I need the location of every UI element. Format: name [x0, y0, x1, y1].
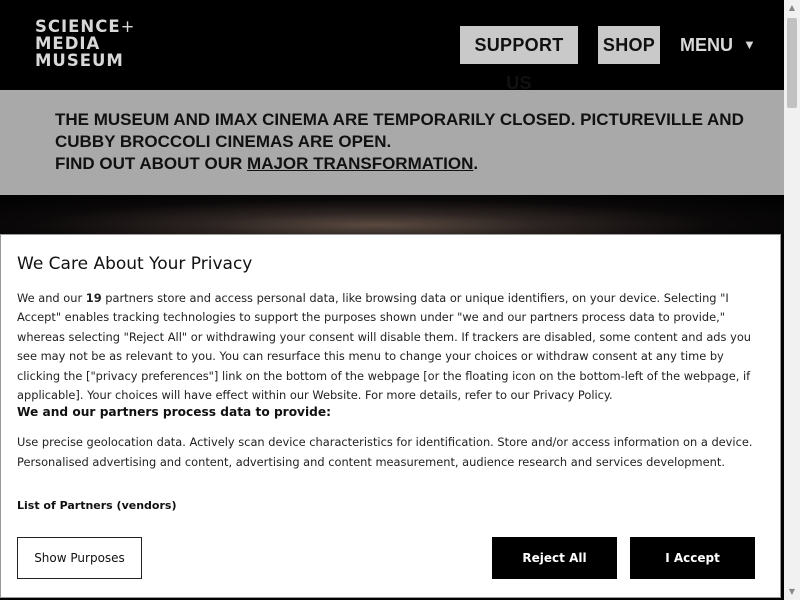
dialog-title: We Care About Your Privacy — [17, 254, 253, 274]
science-media-museum-logo[interactable]: SCIENCE+ MEDIA MUSEUM — [35, 18, 135, 69]
privacy-consent-dialog: We Care About Your Privacy We and our 19… — [0, 234, 781, 598]
notice-line-3-prefix: FIND OUT ABOUT OUR — [55, 154, 248, 173]
show-purposes-button[interactable]: Show Purposes — [17, 537, 142, 579]
partner-count: 19 — [85, 291, 102, 305]
scroll-down-arrow-icon[interactable]: ▼ — [784, 584, 800, 600]
menu-label: MENU — [680, 35, 733, 55]
purposes-text: Use precise geolocation data. Actively s… — [17, 435, 753, 469]
scroll-up-arrow-icon[interactable]: ▲ — [784, 0, 800, 16]
support-us-button[interactable]: SUPPORT US — [460, 26, 578, 93]
logo-plus: + — [120, 17, 136, 36]
notice-text: THE MUSEUM AND IMAX CINEMA ARE TEMPORARI… — [55, 109, 755, 175]
notice-line-3: FIND OUT ABOUT OUR MAJOR TRANSFORMATION. — [55, 153, 755, 175]
shop-button[interactable]: SHOP — [598, 26, 660, 64]
notice-line-1: THE MUSEUM AND IMAX CINEMA ARE TEMPORARI… — [55, 110, 744, 129]
hero-image — [0, 195, 784, 235]
site-header: SCIENCE+ MEDIA MUSEUM SUPPORT US SHOP ME… — [0, 0, 784, 93]
reject-all-button[interactable]: Reject All — [492, 537, 617, 579]
caret-down-icon: ▼ — [743, 37, 756, 52]
page: SCIENCE+ MEDIA MUSEUM SUPPORT US SHOP ME… — [0, 0, 800, 600]
major-transformation-link[interactable]: MAJOR TRANSFORMATION — [247, 154, 473, 173]
purposes-heading: We and our partners process data to prov… — [17, 405, 332, 419]
partners-list-link[interactable]: List of Partners (vendors) — [17, 499, 176, 512]
scrollbar-thumb[interactable] — [787, 18, 797, 108]
logo-line-museum: MUSEUM — [35, 51, 124, 70]
vertical-scrollbar[interactable]: ▲ ▼ — [784, 0, 800, 600]
body-rest: partners store and access personal data,… — [17, 291, 752, 403]
notice-line-3-suffix: . — [473, 154, 479, 173]
dialog-body-text: We and our 19 partners store and access … — [17, 289, 767, 405]
accept-button[interactable]: I Accept — [630, 537, 755, 579]
menu-button[interactable]: MENU ▼ — [680, 26, 756, 64]
notice-line-2: CUBBY BROCCOLI CINEMAS ARE OPEN. — [55, 132, 392, 151]
body-prefix: We and our — [17, 291, 86, 305]
closure-notice-banner: THE MUSEUM AND IMAX CINEMA ARE TEMPORARI… — [0, 90, 784, 195]
